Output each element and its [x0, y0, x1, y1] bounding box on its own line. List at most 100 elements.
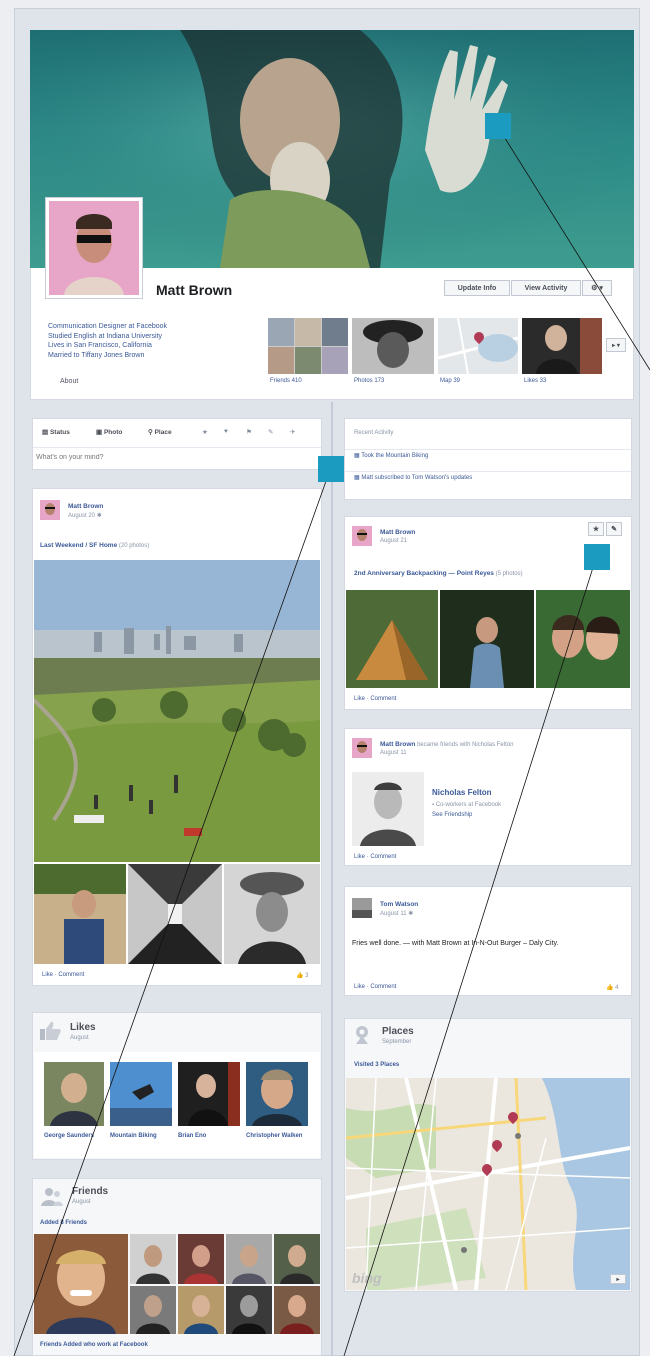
post-actions[interactable]: Like · Comment	[42, 972, 84, 978]
friends-added[interactable]: Added 8 Friends	[40, 1220, 87, 1226]
likes-tile[interactable]	[522, 318, 602, 374]
likes-subtitle: August	[70, 1035, 89, 1041]
album-thumb-3[interactable]	[224, 864, 320, 964]
like-count[interactable]: 👍 3	[296, 972, 308, 979]
composer-tab-status[interactable]: ▤ Status	[42, 428, 70, 436]
friend-thumb[interactable]	[226, 1286, 272, 1334]
about-label[interactable]: About	[60, 378, 78, 385]
profile-picture[interactable]	[46, 198, 142, 298]
friend-photo[interactable]	[352, 772, 424, 846]
composer-extra-heart-icon[interactable]: ♥	[224, 428, 228, 435]
backpacking-photo-1[interactable]	[346, 590, 438, 688]
places-visited[interactable]: Visited 3 Places	[354, 1062, 399, 1068]
album-link[interactable]: Last Weekend / SF Home	[40, 542, 117, 549]
like-count[interactable]: 👍 4	[606, 984, 618, 991]
avatar[interactable]	[352, 738, 372, 758]
like-item-photo[interactable]	[44, 1062, 104, 1126]
composer-extra-pencil-icon[interactable]: ✎	[268, 428, 273, 436]
like-item-name[interactable]: Christopher Walken	[246, 1132, 308, 1140]
tile-label[interactable]: Friends 410	[270, 378, 302, 384]
friends-title[interactable]: Friends	[72, 1186, 108, 1197]
friend-thumb-art	[130, 1286, 176, 1334]
album-thumb-1[interactable]	[34, 864, 126, 964]
avatar-art	[352, 898, 372, 918]
update-info-button[interactable]: Update Info	[444, 280, 510, 296]
friend-thumb[interactable]	[274, 1234, 320, 1284]
composer-extra-star-icon[interactable]: ★	[202, 428, 208, 436]
backpacking-photo-1-art	[346, 590, 438, 688]
friend-thumb-art	[226, 1286, 272, 1334]
album-main-photo[interactable]	[34, 560, 320, 862]
friends-tile[interactable]	[268, 318, 348, 374]
status-input[interactable]	[36, 450, 318, 464]
post-action-text: became friends with Nicholas Felton	[417, 742, 514, 748]
pencil-icon[interactable]: ✎	[606, 522, 622, 536]
post-date[interactable]: August 20 ✱	[68, 512, 102, 519]
friend-large-photo[interactable]	[34, 1234, 128, 1334]
post-author[interactable]: Matt Brown	[68, 503, 103, 510]
recent-activity-item[interactable]: ▦ Matt subscribed to Tom Watson's update…	[354, 474, 472, 481]
friends-icon	[40, 1186, 64, 1208]
backpacking-photo-3[interactable]	[536, 590, 630, 688]
places-map[interactable]	[346, 1078, 630, 1290]
like-item-photo[interactable]	[178, 1062, 240, 1126]
post-author[interactable]: Tom Watson	[380, 901, 418, 908]
like-item-name[interactable]: Mountain Biking	[110, 1132, 172, 1140]
post-actions[interactable]: Like · Comment	[354, 984, 396, 990]
post-actions[interactable]: Like · Comment	[354, 854, 396, 860]
post-author[interactable]: Matt Brown	[380, 529, 415, 536]
backpacking-photo-2[interactable]	[440, 590, 534, 688]
avatar[interactable]	[352, 526, 372, 546]
map-expand-button[interactable]: ▸	[610, 1274, 626, 1284]
like-item-name[interactable]: George Saunders	[44, 1132, 106, 1140]
see-friendship-link[interactable]: See Friendship	[432, 812, 472, 818]
like-item-photo[interactable]	[246, 1062, 308, 1126]
composer-tab-place[interactable]: ⚲ Place	[148, 428, 172, 436]
friend-thumb[interactable]	[130, 1234, 176, 1284]
post-actions[interactable]: Like · Comment	[354, 696, 396, 702]
photos-tile[interactable]	[352, 318, 434, 374]
friend-thumb[interactable]	[178, 1286, 224, 1334]
star-icon[interactable]: ★	[588, 522, 604, 536]
friend-thumb-art	[274, 1286, 320, 1334]
places-title[interactable]: Places	[382, 1026, 414, 1037]
composer-extra-plane-icon[interactable]: ✈	[290, 428, 295, 436]
like-item-name[interactable]: Brian Eno	[178, 1132, 240, 1140]
album-thumb-2[interactable]	[128, 864, 222, 964]
friend-name[interactable]: Nicholas Felton	[432, 788, 492, 797]
post-caption: 2nd Anniversary Backpacking — Point Reye…	[354, 570, 523, 577]
tile-label[interactable]: Map 39	[440, 378, 460, 384]
album-link[interactable]: 2nd Anniversary Backpacking — Point Reye…	[354, 570, 494, 577]
post-caption: Last Weekend / SF Home (20 photos)	[40, 542, 149, 549]
friends-footer[interactable]: Friends Added who work at Facebook	[40, 1342, 148, 1348]
recent-activity-item[interactable]: ▦ Took the Mountain Biking	[354, 452, 428, 459]
post-date[interactable]: August 11	[380, 750, 407, 756]
post-date[interactable]: August 11 ✱	[380, 910, 413, 917]
avatar[interactable]	[40, 500, 60, 520]
recent-activity-divider	[345, 471, 631, 472]
likes-tile-art	[522, 318, 602, 374]
composer-tab-photo[interactable]: ▣ Photo	[96, 428, 122, 436]
view-activity-button[interactable]: View Activity	[511, 280, 581, 296]
tile-label[interactable]: Photos 173	[354, 378, 384, 384]
tile-label[interactable]: Likes 33	[524, 378, 546, 384]
likes-title[interactable]: Likes	[70, 1022, 96, 1033]
map-tile[interactable]	[438, 318, 518, 374]
like-item-photo[interactable]	[110, 1062, 172, 1126]
post-author[interactable]: Matt Brown	[380, 741, 415, 748]
album-count: (20 photos)	[118, 543, 150, 549]
friend-thumb[interactable]	[178, 1234, 224, 1284]
annotation-marker	[584, 544, 610, 570]
settings-gear-button[interactable]: ⚙ ▾	[582, 280, 612, 296]
backpacking-photo-3-art	[536, 590, 630, 688]
avatar[interactable]	[352, 898, 372, 918]
friend-thumb[interactable]	[274, 1286, 320, 1334]
profile-name[interactable]: Matt Brown	[156, 282, 232, 298]
post-date[interactable]: August 21	[380, 538, 407, 544]
composer-extra-flag-icon[interactable]: ⚑	[246, 428, 252, 436]
friend-thumb[interactable]	[226, 1234, 272, 1284]
friends-tile-art	[268, 318, 348, 374]
friend-thumb[interactable]	[130, 1286, 176, 1334]
tiles-more-button[interactable]: ▸ ▾	[606, 338, 626, 352]
thumbs-up-icon	[38, 1020, 62, 1042]
